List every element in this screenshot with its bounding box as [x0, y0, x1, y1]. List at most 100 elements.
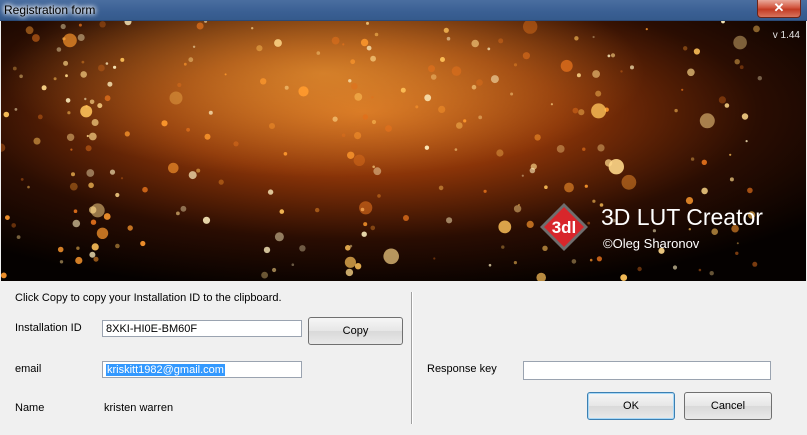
bokeh-dot [1, 272, 7, 279]
bokeh-dot [188, 171, 197, 180]
bokeh-dot [513, 205, 522, 213]
bokeh-dot [91, 119, 99, 126]
bokeh-dot [582, 147, 586, 151]
bokeh-dot [674, 108, 678, 113]
bokeh-dot [57, 246, 64, 253]
bokeh-dot [341, 133, 346, 137]
bokeh-dot [428, 65, 435, 73]
bokeh-dot [274, 39, 282, 47]
window-titlebar[interactable]: Registration form ✕ [0, 0, 807, 21]
bokeh-dot [168, 162, 179, 174]
bokeh-dot [645, 28, 648, 31]
bokeh-dot [498, 220, 512, 234]
bokeh-dot [115, 243, 120, 249]
bokeh-dot [424, 145, 430, 150]
bokeh-dot [498, 38, 504, 44]
installation-id-field[interactable]: 8XKI-HI0E-BM60F [102, 320, 302, 337]
bokeh-dot [169, 91, 183, 105]
bokeh-dot [371, 119, 377, 125]
bokeh-dot [438, 105, 446, 113]
bokeh-dot [77, 34, 85, 41]
bokeh-dot [105, 62, 109, 65]
bokeh-dot [451, 66, 462, 76]
bokeh-dot [261, 271, 268, 279]
bokeh-dot [584, 184, 588, 188]
bokeh-dot [672, 265, 678, 270]
bokeh-dot [186, 127, 191, 132]
bokeh-dot [202, 216, 211, 224]
bokeh-dot [97, 103, 103, 109]
bokeh-dot [256, 45, 263, 52]
bokeh-dot [298, 86, 309, 97]
bokeh-dot [745, 140, 748, 143]
email-field[interactable]: kriskitt1982@gmail.com [102, 361, 302, 378]
3dl-logo: 3dl [539, 202, 589, 252]
bokeh-dot [513, 63, 518, 67]
bokeh-dot [597, 144, 605, 152]
bokeh-dot [354, 93, 363, 101]
bokeh-dot [196, 168, 201, 173]
bokeh-dot [621, 174, 637, 190]
bokeh-dot [377, 194, 381, 198]
bokeh-dot [438, 185, 444, 191]
bokeh-dot [733, 35, 747, 50]
bokeh-dot [96, 227, 109, 239]
installation-id-label: Installation ID [15, 322, 82, 334]
bokeh-dot [483, 189, 487, 193]
bokeh-dot [610, 53, 616, 58]
response-key-field[interactable] [523, 361, 771, 380]
cancel-button[interactable]: Cancel [684, 392, 772, 420]
bokeh-dot [218, 179, 224, 185]
bokeh-dot [90, 219, 97, 225]
bokeh-dot [522, 52, 531, 60]
bokeh-dot [430, 74, 437, 80]
bokeh-dot [607, 54, 611, 58]
bokeh-dot [560, 59, 573, 72]
bokeh-dot [115, 192, 120, 198]
bokeh-dot [344, 256, 356, 268]
bokeh-dot [89, 206, 97, 214]
bokeh-dot [620, 70, 623, 73]
bokeh-dot [693, 48, 701, 55]
bokeh-dot [37, 114, 43, 120]
bokeh-dot [233, 141, 239, 147]
bokeh-dot [99, 21, 106, 28]
bokeh-dot [544, 185, 548, 189]
bokeh-dot [41, 85, 47, 91]
bokeh-dot [718, 96, 727, 104]
close-button[interactable]: ✕ [757, 0, 801, 18]
bokeh-dot [496, 149, 504, 157]
product-banner: v 1.44 3dl 3D LUT Creator ©Oleg Sharonov [1, 21, 806, 281]
bokeh-dot [59, 260, 64, 264]
bokeh-dot [347, 151, 355, 159]
bokeh-dot [93, 256, 99, 262]
bokeh-dot [345, 268, 354, 277]
bokeh-dot [572, 107, 579, 114]
bokeh-dot [385, 125, 392, 132]
bokeh-dot [349, 244, 353, 248]
bokeh-dot [5, 215, 10, 221]
bokeh-dot [424, 94, 432, 102]
copy-button[interactable]: Copy [308, 317, 403, 345]
bokeh-dot [33, 137, 41, 145]
bokeh-dot [446, 217, 453, 224]
bokeh-dot [747, 187, 753, 194]
bokeh-dot [471, 84, 477, 90]
copy-hint-text: Click Copy to copy your Installation ID … [15, 292, 282, 304]
bokeh-dot [354, 263, 362, 270]
bokeh-dot [142, 186, 148, 193]
bokeh-dot [487, 47, 491, 51]
bokeh-dot [272, 267, 277, 273]
window-title: Registration form [4, 3, 96, 17]
bokeh-dot [550, 103, 554, 106]
bokeh-dot [735, 251, 739, 255]
close-icon: ✕ [773, 0, 785, 15]
bokeh-dot [683, 46, 688, 51]
bokeh-dot [350, 59, 356, 65]
bokeh-dot [66, 133, 75, 141]
bokeh-dot [526, 220, 534, 228]
bokeh-dot [576, 73, 581, 78]
vertical-divider [411, 292, 413, 424]
bokeh-dot [454, 148, 458, 151]
ok-button[interactable]: OK [587, 392, 675, 420]
